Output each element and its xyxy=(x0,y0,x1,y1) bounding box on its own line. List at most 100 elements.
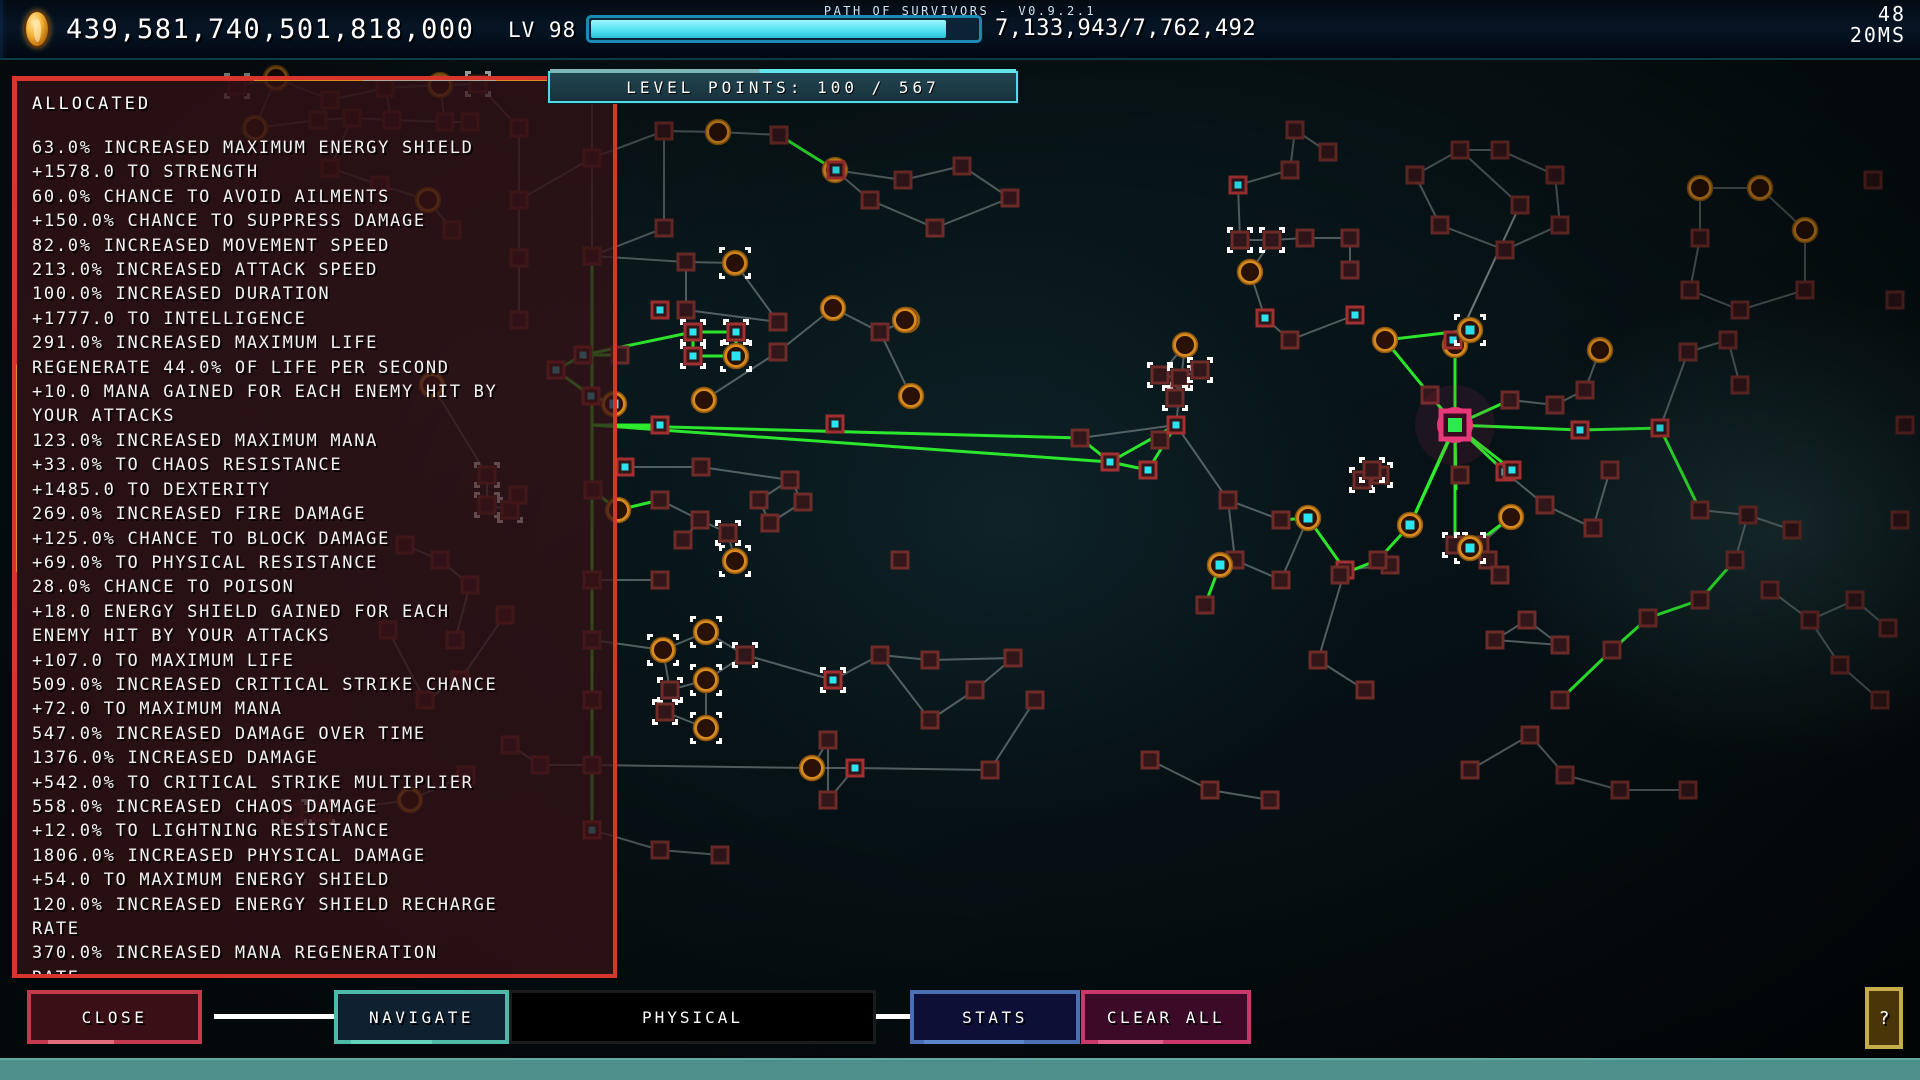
tree-node-notable[interactable] xyxy=(1746,174,1774,202)
tree-node[interactable] xyxy=(818,790,838,810)
keystone-hub-node[interactable] xyxy=(1415,385,1495,465)
tree-node[interactable] xyxy=(1218,490,1238,510)
tree-node[interactable] xyxy=(1368,550,1388,570)
tree-node[interactable] xyxy=(1200,780,1220,800)
tree-node[interactable] xyxy=(768,312,788,332)
tree-node[interactable] xyxy=(1495,240,1515,260)
tree-node-allocated[interactable] xyxy=(615,457,635,477)
tree-node[interactable] xyxy=(920,710,940,730)
tree-node[interactable] xyxy=(1718,330,1738,350)
tree-node[interactable] xyxy=(1738,505,1758,525)
tree-node[interactable] xyxy=(650,490,670,510)
tree-node[interactable] xyxy=(980,760,1000,780)
tree-node[interactable] xyxy=(676,252,696,272)
tree-node[interactable] xyxy=(1885,290,1905,310)
tree-node[interactable] xyxy=(1162,385,1188,411)
tree-node-notable[interactable] xyxy=(897,382,925,410)
tree-node[interactable] xyxy=(652,699,678,725)
tree-node[interactable] xyxy=(1510,195,1530,215)
tree-node[interactable] xyxy=(1555,765,1575,785)
tree-node-allocated[interactable] xyxy=(826,160,846,180)
tree-node-allocated[interactable] xyxy=(1228,175,1248,195)
tree-node[interactable] xyxy=(1000,188,1020,208)
tree-node[interactable] xyxy=(1680,280,1700,300)
tree-node[interactable] xyxy=(1285,120,1305,140)
tree-node[interactable] xyxy=(1430,215,1450,235)
tree-node[interactable] xyxy=(1550,215,1570,235)
tree-node[interactable] xyxy=(1295,228,1315,248)
tree-node[interactable] xyxy=(818,730,838,750)
tree-node[interactable] xyxy=(870,645,890,665)
tree-node[interactable] xyxy=(1550,690,1570,710)
tree-node[interactable] xyxy=(749,490,769,510)
tree-node[interactable] xyxy=(654,218,674,238)
tree-node-allocated[interactable] xyxy=(650,300,670,320)
tree-node[interactable] xyxy=(1490,565,1510,585)
tree-node[interactable] xyxy=(1545,165,1565,185)
tree-node[interactable] xyxy=(1460,760,1480,780)
tree-node-allocated[interactable] xyxy=(820,667,846,693)
tree-node[interactable] xyxy=(1070,428,1090,448)
tree-node[interactable] xyxy=(1690,500,1710,520)
tree-node[interactable] xyxy=(1340,228,1360,248)
tree-node[interactable] xyxy=(925,218,945,238)
tree-node-allocated-notable[interactable] xyxy=(1396,511,1424,539)
tree-node[interactable] xyxy=(965,680,985,700)
tree-node[interactable] xyxy=(1271,510,1291,530)
tree-node[interactable] xyxy=(1330,565,1350,585)
tree-node-notable[interactable] xyxy=(1586,336,1614,364)
tree-node[interactable] xyxy=(1800,610,1820,630)
tree-node[interactable] xyxy=(1870,690,1890,710)
tree-node-allocated[interactable] xyxy=(845,758,865,778)
tree-node[interactable] xyxy=(760,513,780,533)
tree-node[interactable] xyxy=(1730,375,1750,395)
tree-node[interactable] xyxy=(1863,170,1883,190)
tree-node-allocated[interactable] xyxy=(1166,415,1186,435)
tree-node[interactable] xyxy=(1500,390,1520,410)
tree-node-notable[interactable] xyxy=(891,306,919,334)
tree-node[interactable] xyxy=(1782,520,1802,540)
tree-node[interactable] xyxy=(1280,160,1300,180)
tree-node[interactable] xyxy=(1259,227,1285,253)
tree-node[interactable] xyxy=(1845,590,1865,610)
tree-node[interactable] xyxy=(1308,650,1328,670)
tree-node[interactable] xyxy=(1890,510,1910,530)
tree-node-allocated[interactable] xyxy=(650,415,670,435)
tree-node[interactable] xyxy=(1405,165,1425,185)
tree-node[interactable] xyxy=(1725,550,1745,570)
help-button[interactable]: ? xyxy=(1865,987,1903,1049)
tree-node[interactable] xyxy=(1535,495,1555,515)
tree-node-allocated[interactable] xyxy=(1502,460,1522,480)
tree-node[interactable] xyxy=(654,121,674,141)
tree-node[interactable] xyxy=(1318,142,1338,162)
tree-node[interactable] xyxy=(1878,618,1898,638)
tree-node-allocated[interactable] xyxy=(1345,305,1365,325)
tree-node-allocated[interactable] xyxy=(723,319,749,345)
tree-node[interactable] xyxy=(715,520,741,546)
tree-node-notable[interactable] xyxy=(798,754,826,782)
tree-node[interactable] xyxy=(657,677,683,703)
tree-node[interactable] xyxy=(1280,330,1300,350)
tree-node[interactable] xyxy=(690,510,710,530)
tree-node-notable[interactable] xyxy=(1236,258,1264,286)
tree-node-allocated-notable[interactable] xyxy=(1206,551,1234,579)
tree-node-notable[interactable] xyxy=(690,616,722,648)
tree-node[interactable] xyxy=(1830,655,1850,675)
tree-node-notable[interactable] xyxy=(1171,331,1199,359)
tree-node[interactable] xyxy=(1140,750,1160,770)
stats-button[interactable]: STATS xyxy=(910,990,1080,1044)
tree-node[interactable] xyxy=(1490,140,1510,160)
tree-node[interactable] xyxy=(893,170,913,190)
tree-node-notable[interactable] xyxy=(819,294,847,322)
tree-node[interactable] xyxy=(1003,648,1023,668)
search-input[interactable]: PHYSICAL xyxy=(509,990,876,1044)
tree-node[interactable] xyxy=(1025,690,1045,710)
tree-node[interactable] xyxy=(1690,590,1710,610)
tree-node-notable[interactable] xyxy=(704,118,732,146)
tree-node-notable[interactable] xyxy=(719,247,751,279)
tree-node[interactable] xyxy=(1600,460,1620,480)
tree-node-allocated[interactable] xyxy=(1650,418,1670,438)
tree-node[interactable] xyxy=(1638,608,1658,628)
tree-node[interactable] xyxy=(1678,342,1698,362)
tree-node[interactable] xyxy=(673,530,693,550)
